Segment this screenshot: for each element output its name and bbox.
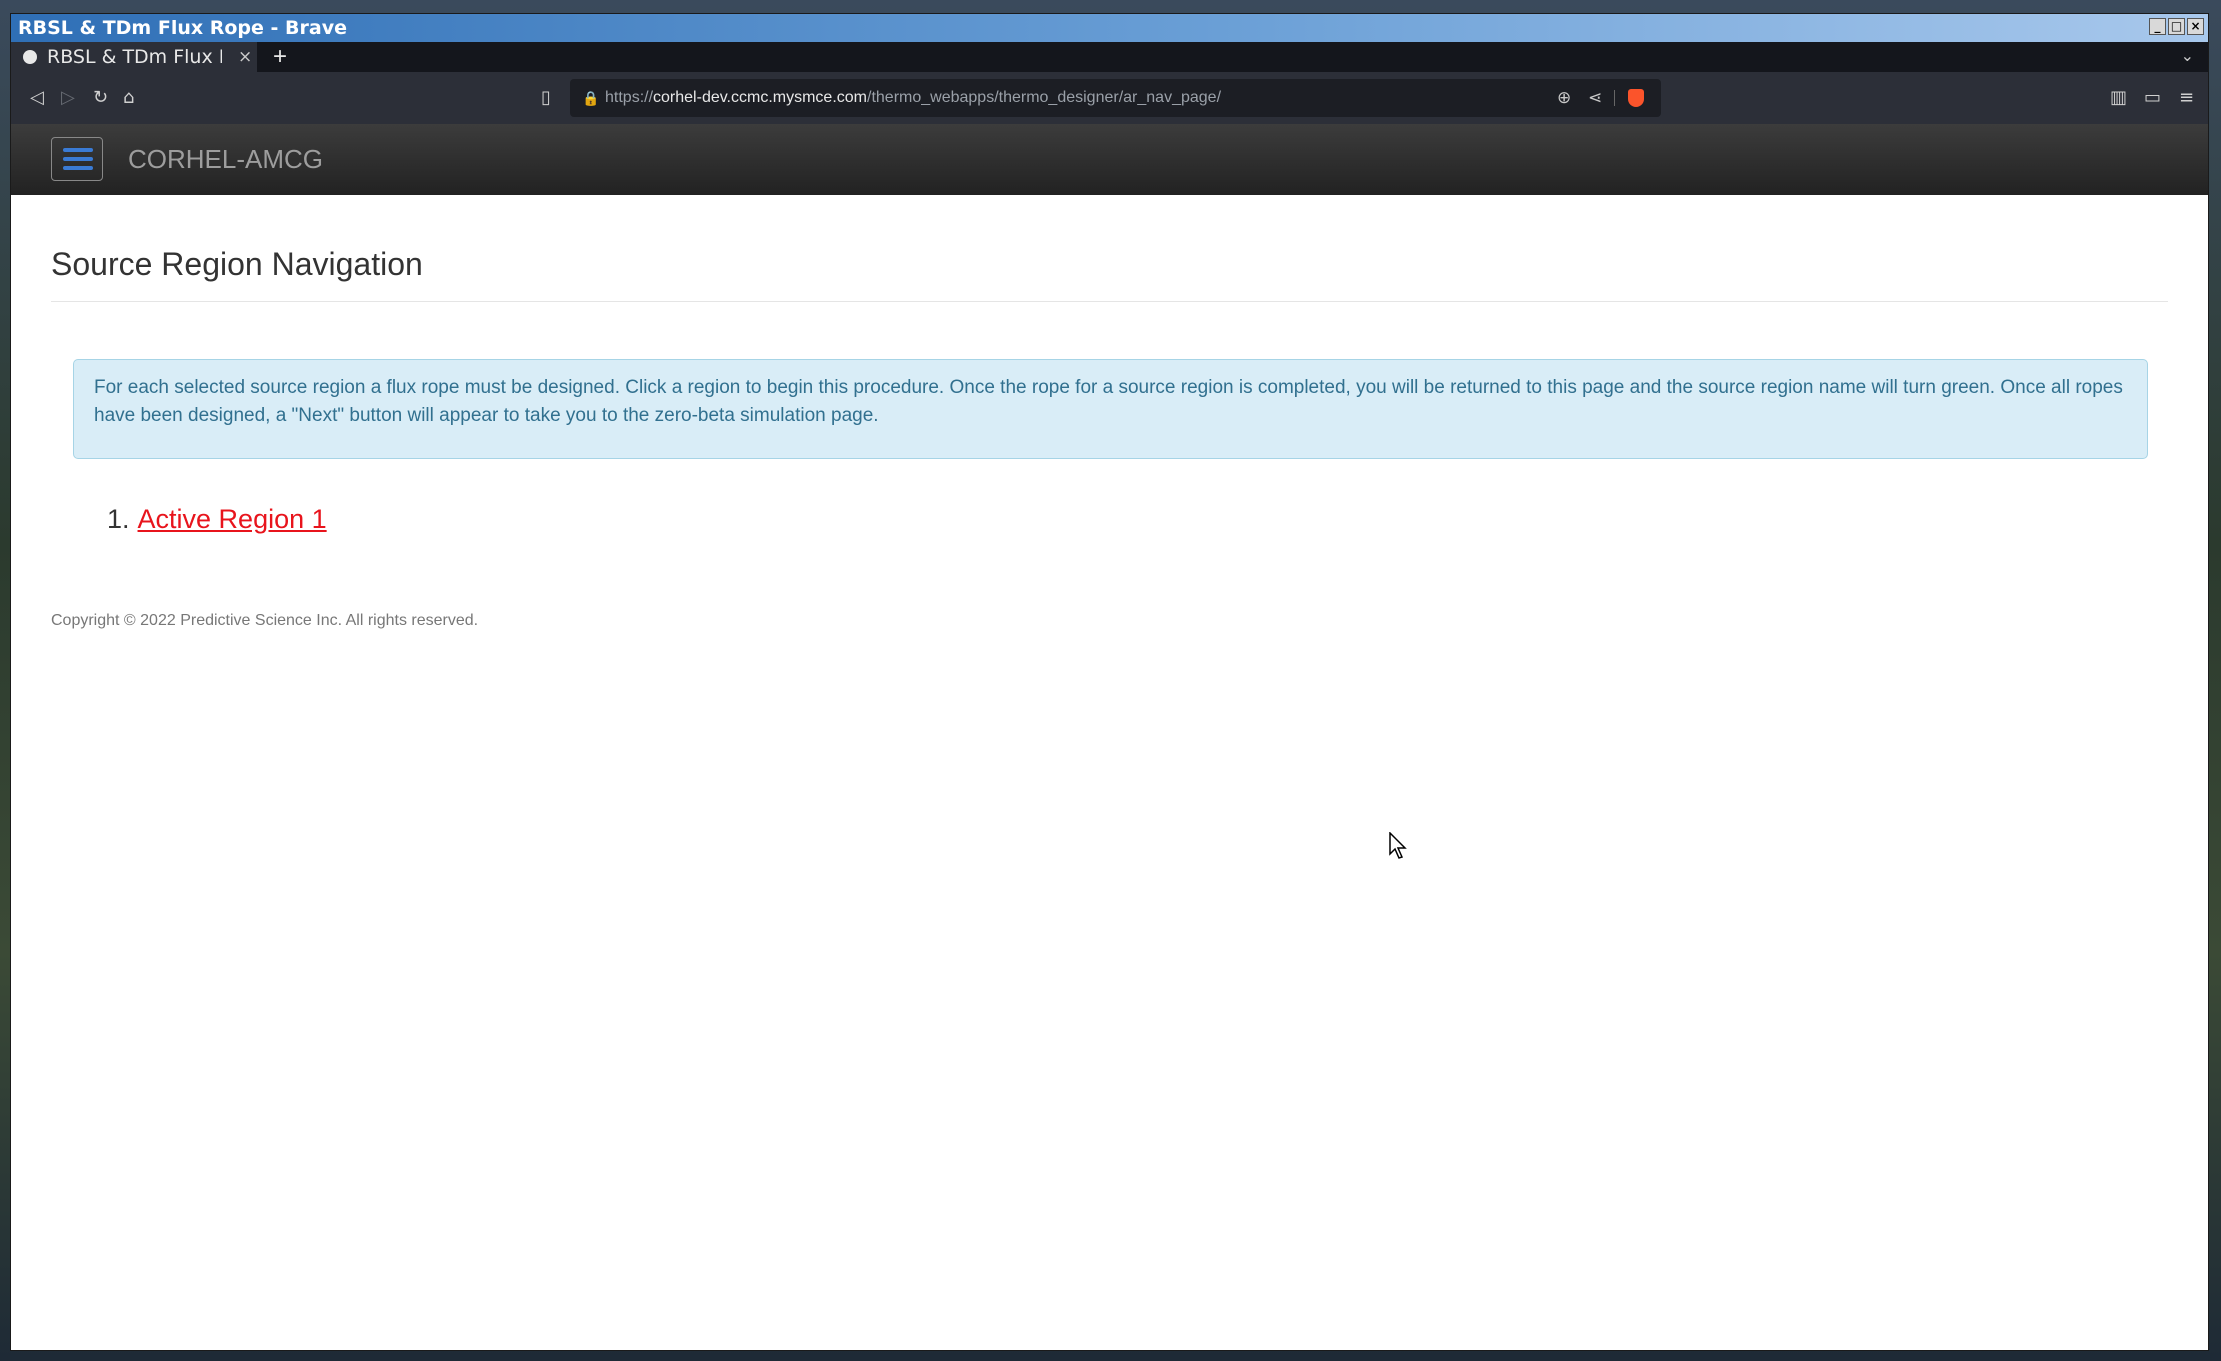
tab-active[interactable]: RBSL & TDm Flux Rope - Brave ×: [11, 42, 257, 72]
favicon-icon: [23, 50, 37, 64]
browser-toolbar: ◁ ▷ ↻ ⌂ ▯ 🔒 https://corhel-dev.ccmc.mysm…: [11, 72, 2208, 124]
tab-list-chevron-icon[interactable]: ⌄: [2181, 42, 2194, 72]
site-navbar: CORHEL-AMCG: [11, 124, 2208, 195]
list-number: 1.: [107, 504, 130, 534]
wallet-icon[interactable]: ▭: [2144, 72, 2161, 124]
bookmark-icon[interactable]: ▯: [541, 72, 551, 124]
mouse-cursor-icon: [1389, 832, 1407, 859]
brand-link[interactable]: CORHEL-AMCG: [128, 124, 323, 195]
hamburger-bar: [63, 166, 93, 170]
footer-copyright: Copyright © 2022 Predictive Science Inc.…: [51, 612, 479, 629]
region-list: 1. Active Region 1: [107, 497, 327, 541]
tab-title: RBSL & TDm Flux Rope - Brave: [47, 46, 222, 68]
page-title: Source Region Navigation: [51, 246, 423, 282]
back-icon[interactable]: ◁: [30, 72, 44, 124]
forward-icon[interactable]: ▷: [61, 72, 75, 124]
hamburger-menu-button[interactable]: [51, 137, 103, 181]
info-alert: For each selected source region a flux r…: [73, 359, 2148, 459]
menu-icon[interactable]: ≡: [2179, 72, 2194, 124]
title-divider: [51, 301, 2168, 302]
home-icon[interactable]: ⌂: [123, 72, 134, 124]
reload-icon[interactable]: ↻: [93, 72, 108, 124]
brave-shields-icon[interactable]: [1628, 89, 1644, 107]
hamburger-bar: [63, 157, 93, 161]
tab-strip: RBSL & TDm Flux Rope - Brave × + ⌄: [11, 42, 2208, 72]
browser-window: RBSL & TDm Flux Rope - Brave _ □ × RBSL …: [11, 14, 2208, 1350]
url-divider: [1614, 90, 1615, 106]
window-titlebar[interactable]: RBSL & TDm Flux Rope - Brave _ □ ×: [11, 14, 2208, 42]
new-tab-button[interactable]: +: [273, 42, 287, 72]
share-icon[interactable]: ⋖: [1588, 79, 1602, 117]
url-text: https://corhel-dev.ccmc.mysmce.com/therm…: [605, 89, 1222, 106]
hamburger-bar: [63, 148, 93, 152]
minimize-button[interactable]: _: [2149, 18, 2166, 35]
window-controls: _ □ ×: [2149, 18, 2204, 35]
close-window-button[interactable]: ×: [2187, 18, 2204, 35]
region-link-active-region-1[interactable]: Active Region 1: [138, 504, 327, 534]
zoom-icon[interactable]: ⊕: [1557, 79, 1571, 117]
window-title: RBSL & TDm Flux Rope - Brave: [18, 17, 347, 39]
lock-icon: 🔒: [582, 90, 600, 106]
address-bar[interactable]: 🔒 https://corhel-dev.ccmc.mysmce.com/the…: [570, 79, 1661, 117]
sidebar-icon[interactable]: ▥: [2110, 72, 2127, 124]
tab-close-icon[interactable]: ×: [238, 42, 252, 72]
maximize-button[interactable]: □: [2168, 18, 2185, 35]
list-item: 1. Active Region 1: [107, 497, 327, 541]
